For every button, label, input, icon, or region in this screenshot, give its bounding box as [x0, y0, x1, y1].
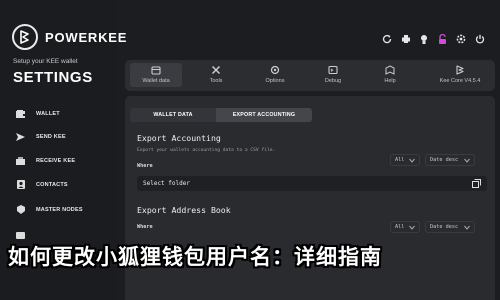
- address-filter-select[interactable]: All: [390, 221, 420, 233]
- export-address-book-title: Export Address Book: [137, 205, 231, 215]
- overlay-caption: 如何更改小狐狸钱包用户名：详细指南: [8, 241, 382, 271]
- chevron-down-icon: [464, 158, 470, 165]
- toolbar-label: Debug: [324, 78, 342, 84]
- more-icon: [15, 230, 26, 241]
- kee-core-icon: [455, 64, 465, 75]
- wallet-data-icon: [151, 64, 161, 75]
- toolbar-label: Tools: [209, 78, 223, 84]
- sort-select[interactable]: Date desc: [425, 154, 475, 166]
- settings-icon[interactable]: [456, 33, 466, 45]
- sidebar-item-master-nodes[interactable]: MASTER NODES: [15, 204, 83, 215]
- toolbar-options[interactable]: Options: [249, 64, 301, 84]
- sidebar-item-wallet[interactable]: WALLET: [15, 108, 60, 119]
- tools-icon: [211, 64, 221, 75]
- toolbar-debug[interactable]: Debug: [307, 64, 359, 84]
- tab-wallet-data[interactable]: WALLET DATA: [130, 108, 216, 122]
- sidebar-item-label: RECEIVE KEE: [36, 157, 76, 164]
- filter-select[interactable]: All: [390, 154, 420, 166]
- master-nodes-icon: [15, 204, 26, 215]
- export-address-book-where-label: Where: [137, 224, 153, 230]
- sidebar-item-contacts[interactable]: CONTACTS: [15, 179, 68, 190]
- sort-value: Date desc: [430, 157, 459, 163]
- refresh-icon[interactable]: [382, 33, 392, 45]
- sidebar-item-more[interactable]: [15, 230, 36, 241]
- brand[interactable]: POWERKEE: [12, 24, 127, 50]
- power-icon[interactable]: [475, 33, 485, 45]
- export-accounting-where-label: Where: [137, 163, 153, 169]
- tab-export-accounting[interactable]: EXPORT ACCOUNTING: [216, 108, 312, 122]
- toolbar: Wallet data Tools Options Debug Help Kee…: [125, 60, 495, 91]
- page-title: SETTINGS: [13, 69, 93, 86]
- toolbar-tools[interactable]: Tools: [190, 64, 242, 84]
- select-folder-field[interactable]: Select folder: [137, 176, 487, 191]
- setup-subtitle: Setup your KEE wallet: [13, 58, 78, 65]
- wallet-icon: [15, 108, 26, 119]
- sidebar-item-label: MASTER NODES: [36, 206, 83, 213]
- address-sort-value: Date desc: [430, 224, 459, 230]
- receive-icon: [15, 155, 26, 166]
- tab-bar: WALLET DATA EXPORT ACCOUNTING: [130, 108, 312, 122]
- sidebar-item-receive-kee[interactable]: RECEIVE KEE: [15, 155, 75, 166]
- filter-value: All: [395, 157, 405, 163]
- select-folder-text: Select folder: [143, 180, 190, 187]
- toolbar-kee-core[interactable]: Kee Core V4.5.4: [430, 64, 490, 84]
- toolbar-label: Help: [384, 78, 396, 84]
- help-icon: [385, 64, 395, 75]
- top-icon-bar: [382, 33, 493, 45]
- chevron-down-icon: [464, 225, 470, 232]
- printer-icon[interactable]: [401, 33, 411, 45]
- chevron-down-icon: [409, 158, 415, 165]
- sidebar-item-label: SEND KEE: [36, 133, 66, 140]
- toolbar-label: Options: [265, 78, 285, 84]
- address-filter-value: All: [395, 224, 405, 230]
- bulb-icon[interactable]: [419, 33, 429, 45]
- toolbar-help[interactable]: Help: [364, 64, 416, 84]
- chevron-down-icon: [409, 225, 415, 232]
- contacts-icon: [15, 179, 26, 190]
- address-sort-select[interactable]: Date desc: [425, 221, 475, 233]
- export-accounting-title: Export Accounting: [137, 133, 221, 143]
- sidebar-item-label: WALLET: [36, 110, 60, 117]
- options-icon: [270, 64, 280, 75]
- sidebar-item-send-kee[interactable]: SEND KEE: [15, 131, 66, 142]
- export-accounting-description: Export your wallets accounting data to a…: [137, 148, 276, 153]
- sidebar-item-label: CONTACTS: [36, 181, 68, 188]
- send-icon: [15, 131, 26, 142]
- overlay-caption-text: 如何更改小狐狸钱包用户名：详细指南: [8, 244, 382, 269]
- unlock-icon[interactable]: [438, 33, 448, 45]
- folder-copy-icon[interactable]: [472, 179, 481, 190]
- toolbar-wallet-data[interactable]: Wallet data: [130, 63, 182, 87]
- debug-icon: [328, 64, 338, 75]
- powerkee-logo-icon: [12, 24, 38, 50]
- brand-name: POWERKEE: [45, 29, 128, 45]
- toolbar-label: Kee Core V4.5.4: [439, 78, 481, 84]
- toolbar-label: Wallet data: [142, 78, 170, 84]
